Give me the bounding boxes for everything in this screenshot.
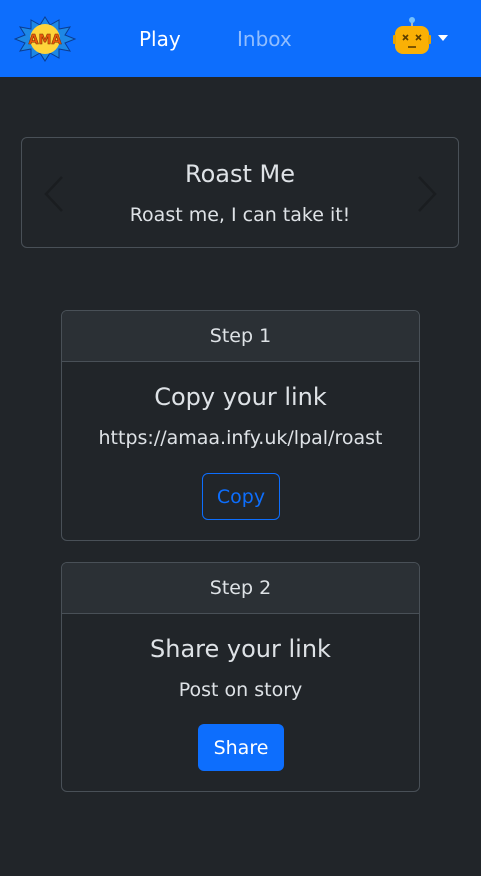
copy-button[interactable]: Copy [202,473,280,520]
chevron-right-icon[interactable] [415,175,439,213]
nav-play-link[interactable]: Play [139,27,181,51]
step-1-card: Step 1 Copy your link https://amaa.infy.… [61,310,420,541]
robot-avatar-icon [393,17,431,54]
ama-logo[interactable]: AMA [14,16,76,62]
chevron-down-icon [438,35,448,41]
step-1-header: Step 1 [62,311,419,362]
step-2-title: Share your link [150,635,331,663]
svg-text:AMA: AMA [28,33,61,48]
step-2-card: Step 2 Share your link Post on story Sha… [61,562,420,792]
prompt-subtitle: Roast me, I can take it! [129,204,351,226]
step-2-text: Post on story [178,679,303,701]
step-1-title: Copy your link [154,383,327,411]
share-link-url: https://amaa.infy.uk/lpal/roast [98,427,383,449]
user-menu-toggle[interactable] [392,16,452,58]
step-2-header: Step 2 [62,563,419,614]
prompt-carousel: Roast Me Roast me, I can take it! [21,137,459,248]
prompt-title: Roast Me [184,160,295,188]
navbar: AMA Play Inbox [0,0,481,77]
share-button[interactable]: Share [198,724,284,771]
nav-inbox-link[interactable]: Inbox [237,27,292,51]
